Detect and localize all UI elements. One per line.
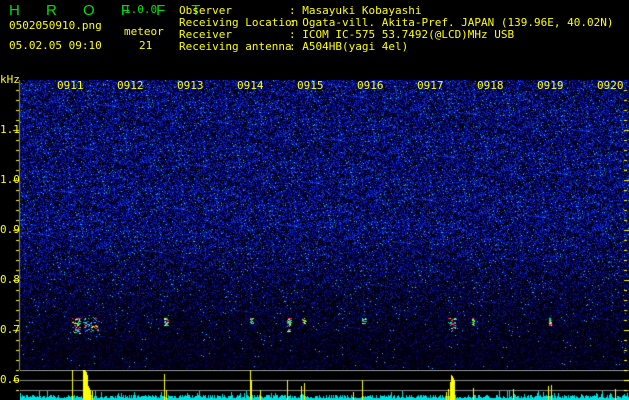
time-label: 0916 (357, 79, 384, 92)
time-label: 0919 (537, 79, 564, 92)
time-label: 0918 (477, 79, 504, 92)
time-label: 0912 (117, 79, 144, 92)
meteor-label: meteor (124, 25, 164, 38)
info-value-antenna: : A504HB(yagi 4el) (289, 40, 409, 53)
y-label: 0.7 (0, 323, 20, 336)
app-version: 1.0.0 (124, 3, 158, 16)
time-label: 0913 (177, 79, 204, 92)
time-label: 0914 (237, 79, 264, 92)
time-label: 0915 (297, 79, 324, 92)
axis-ticks (0, 80, 629, 400)
time-label: 0917 (417, 79, 444, 92)
unit-label: kHz (0, 73, 20, 86)
time-label: 0920 (597, 79, 624, 92)
y-label: 0.6 (0, 373, 20, 386)
filename: 0502050910.png (9, 19, 102, 32)
y-label: 1.1 (0, 123, 20, 136)
datetime: 05.02.05 09:10 (9, 39, 102, 52)
y-label: 1.0 (0, 173, 20, 186)
meteor-count: 21 (139, 39, 153, 52)
time-label: 0911 (57, 79, 84, 92)
y-label: 0.9 (0, 223, 20, 236)
y-label: 0.8 (0, 273, 20, 286)
info-label-antenna: Receiving antenna (179, 40, 292, 53)
